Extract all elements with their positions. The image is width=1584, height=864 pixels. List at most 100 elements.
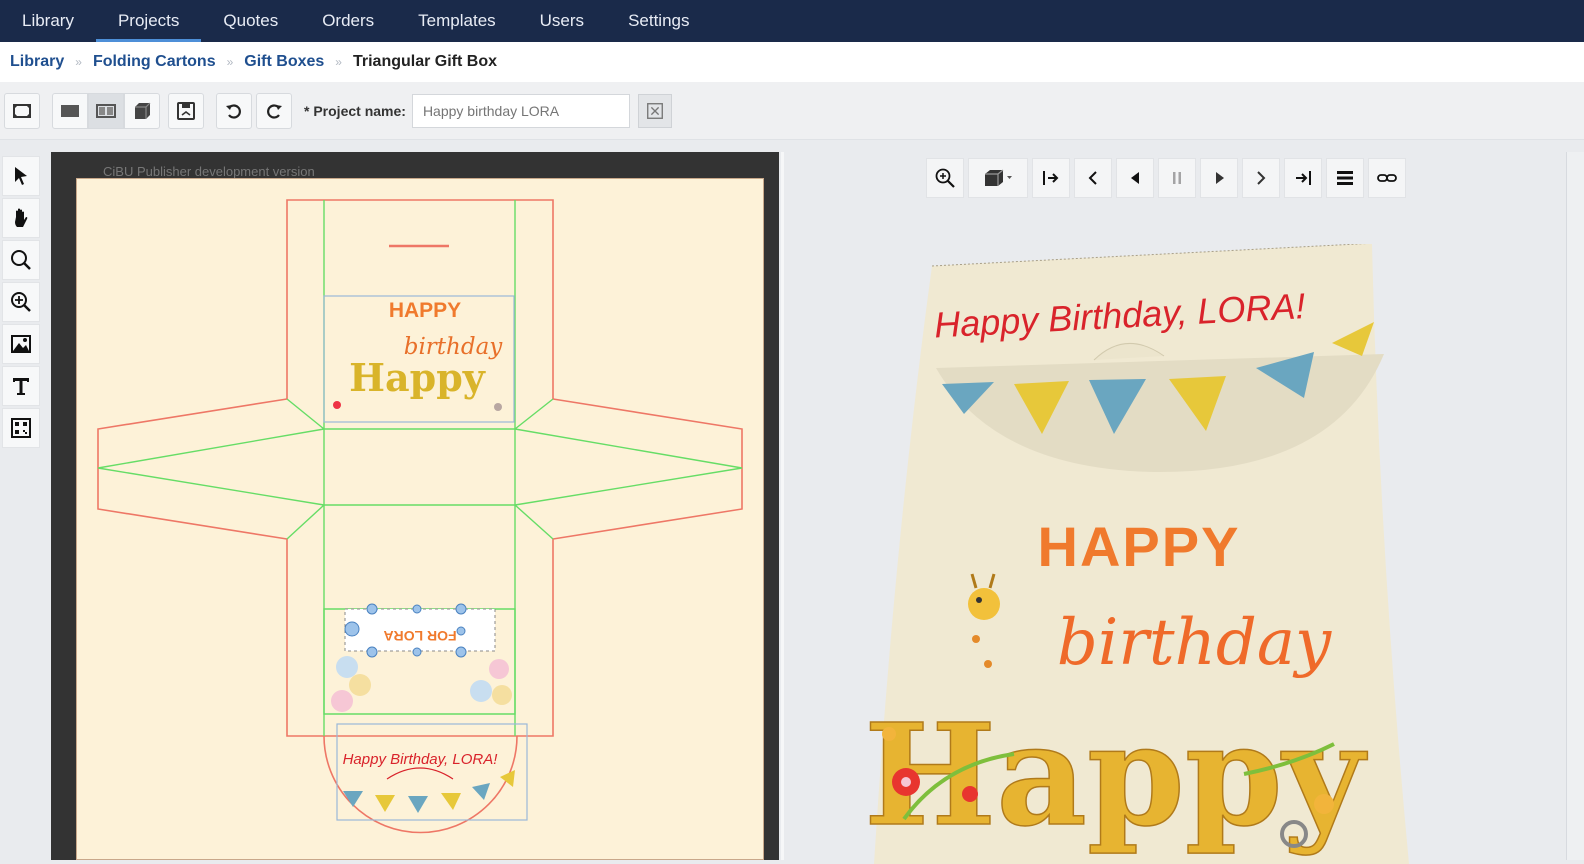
select-arrow-icon [15,167,27,185]
fit-to-screen-icon [13,103,31,118]
last-frame-button[interactable] [1284,158,1322,198]
tool-palette [0,156,42,450]
breadcrumb-current: Triangular Gift Box [352,53,497,70]
redo-button[interactable] [256,92,292,129]
dieline-drawing: HAPPY birthday Happy FOR LORA Happy Birt… [97,199,743,834]
project-name-input[interactable] [411,93,630,128]
view-split-icon [96,103,116,118]
image-tool[interactable] [2,324,40,364]
bunting-small [343,770,515,813]
undo-icon [226,103,241,119]
project-name-label: * Project name: [304,102,406,119]
nav-tab-projects[interactable]: Projects [95,0,202,42]
barcode-icon [11,418,31,438]
nav-tab-users[interactable]: Users [518,0,606,42]
nav-tab-templates[interactable]: Templates [396,0,517,42]
preview-render-mode-button[interactable] [968,158,1028,198]
hand-pan-icon [15,208,28,227]
preview-controls [926,158,1410,198]
redo-icon [267,103,282,119]
link-icon [1377,174,1397,182]
editor-toolbar: * Project name: [0,82,1584,140]
pause-button[interactable] [1158,158,1196,198]
pan-tool[interactable] [2,198,40,238]
artwork-frame-lid [336,723,528,821]
text-tool[interactable] [2,366,40,406]
first-frame-button[interactable] [1032,158,1070,198]
zoom-in-icon [11,292,31,312]
zoom-tool[interactable] [2,240,40,280]
barcode-tool[interactable] [2,408,40,448]
fold-lines [97,200,743,736]
undo-button[interactable] [216,92,252,129]
fit-to-screen-button[interactable] [4,92,40,129]
pause-icon [1173,172,1181,184]
clear-icon [646,102,663,119]
bag-happy-text: HAPPY [1038,515,1241,578]
panel-name-flipped: FOR LORA [383,628,456,644]
link-button[interactable] [1368,158,1406,198]
last-frame-icon [1296,171,1311,185]
view-3d-icon [135,102,151,119]
play-button[interactable] [1200,158,1238,198]
flower-decoration [333,401,341,409]
breadcrumb-separator: » [75,55,82,69]
play-icon [1216,172,1224,184]
prev-frame-icon [1131,172,1139,184]
development-watermark: CiBU Publisher development version [103,164,315,179]
text-icon [13,378,29,395]
preview-3d-panel: Happy Birthday, LORA! HAPPY birthday Hap… [784,152,1584,864]
view-split-button[interactable] [88,92,124,129]
image-icon [11,335,31,353]
layers-icon [1337,171,1353,185]
nav-tab-label: Orders [322,11,375,30]
nav-tab-quotes[interactable]: Quotes [201,0,300,42]
zoom-in-tool[interactable] [2,282,40,322]
zoom-icon [11,250,31,270]
select-tool[interactable] [2,156,40,196]
nav-tab-label: Projects [117,11,180,30]
nav-tab-label: Library [22,11,74,30]
bag-script-text: Happy [864,694,1368,858]
balloons-decoration [331,656,512,712]
bag-birthday-text: birthday [1057,606,1332,680]
prev-step-icon [1088,171,1097,185]
preview-zoom-fit-button[interactable] [926,158,964,198]
nav-tab-library[interactable]: Library [0,0,96,42]
view-2d-button[interactable] [52,92,88,129]
nav-tab-label: Quotes [223,11,279,30]
next-step-button[interactable] [1242,158,1280,198]
flower-decoration [494,403,502,411]
design-canvas[interactable]: CiBU Publisher development version HAPPY… [51,152,779,860]
nav-tab-label: Templates [418,11,496,30]
prev-frame-button[interactable] [1116,158,1154,198]
breadcrumb-folding-cartons[interactable]: Folding Cartons [93,53,216,71]
artboard[interactable]: HAPPY birthday Happy FOR LORA Happy Birt… [76,178,764,860]
view-mode-group [52,92,160,129]
breadcrumb-library[interactable]: Library [10,53,64,71]
view-2d-icon [61,104,79,117]
prev-step-button[interactable] [1074,158,1112,198]
nav-tab-label: Users [539,11,585,30]
zoom-fit-icon [935,168,955,188]
panel-script-text: Happy [349,355,486,400]
top-navigation: Library Projects Quotes Orders Templates… [0,0,1584,42]
breadcrumb: Library » Folding Cartons » Gift Boxes »… [0,42,1584,82]
first-frame-icon [1043,171,1059,185]
nav-tab-settings[interactable]: Settings [606,0,711,42]
clear-project-name-button[interactable] [637,93,672,128]
view-3d-button[interactable] [124,92,160,129]
lid-tab-outline [386,767,454,780]
nav-tab-label: Settings [628,11,690,30]
next-step-icon [1257,171,1266,185]
panel-greeting-text: Happy Birthday, LORA! [343,751,499,768]
save-icon [177,101,195,120]
nav-tab-orders[interactable]: Orders [300,0,396,42]
save-button[interactable] [168,92,204,129]
render-mode-icon [985,169,1012,186]
gift-box-3d-render[interactable]: Happy Birthday, LORA! HAPPY birthday Hap… [864,244,1424,864]
breadcrumb-gift-boxes[interactable]: Gift Boxes [244,53,324,71]
layers-button[interactable] [1326,158,1364,198]
breadcrumb-separator: » [335,55,342,69]
cut-lines [97,199,743,834]
